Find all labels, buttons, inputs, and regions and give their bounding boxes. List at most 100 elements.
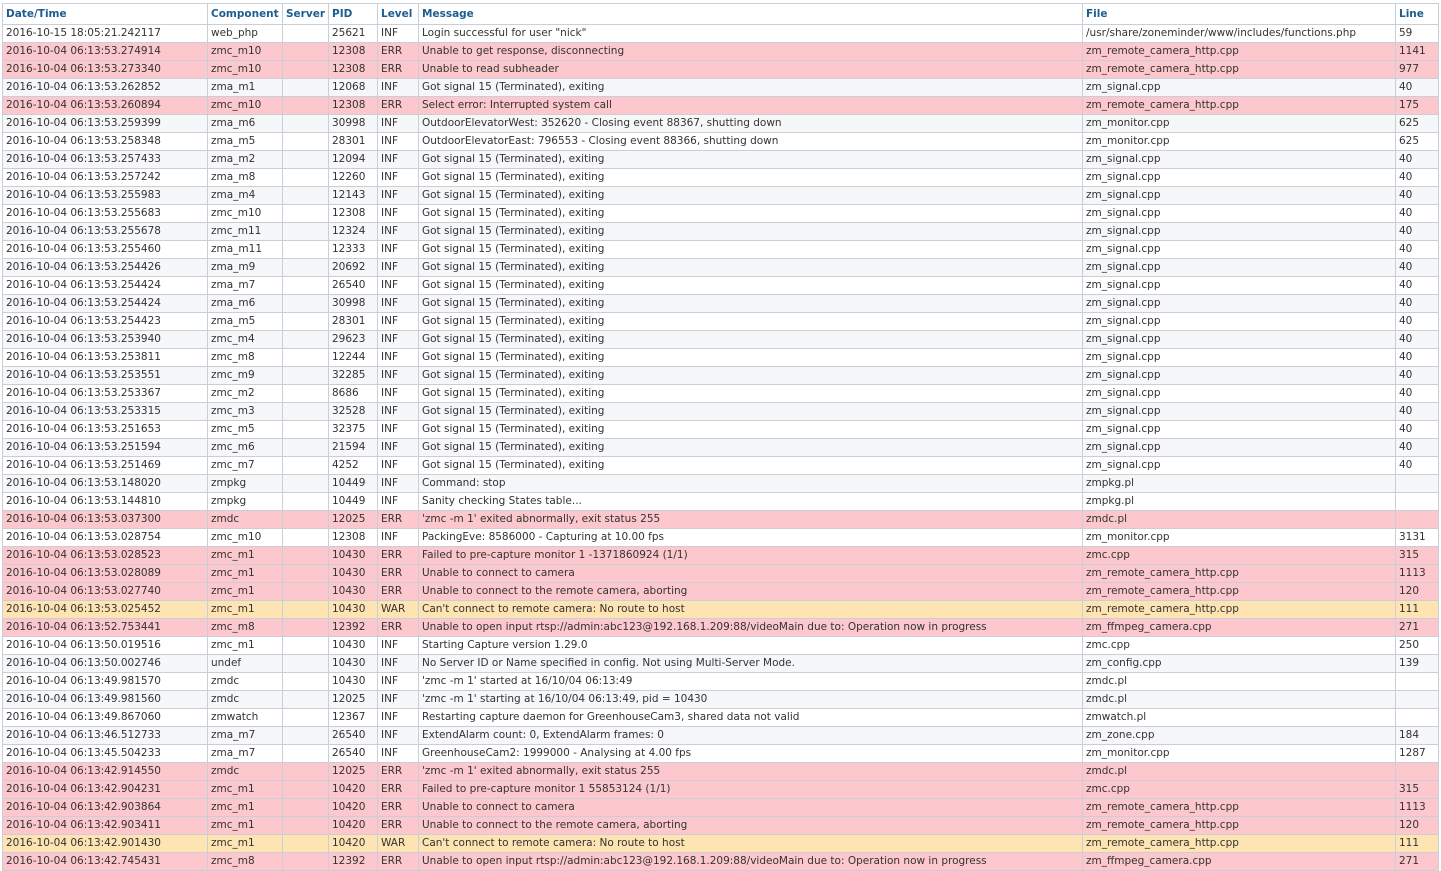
column-header-datetime[interactable]: Date/Time — [2, 3, 208, 25]
log-cell-pid: 10430 — [328, 672, 378, 691]
log-cell-datetime: 2016-10-04 06:13:53.028089 — [2, 564, 208, 583]
log-cell-datetime: 2016-10-04 06:13:53.255460 — [2, 240, 208, 259]
log-cell-line: 315 — [1395, 780, 1439, 799]
log-cell-level: ERR — [377, 618, 419, 637]
log-cell-level: INF — [377, 420, 419, 439]
log-cell-file: zmc.cpp — [1082, 636, 1396, 655]
log-cell-component: zmc_m1 — [207, 798, 283, 817]
log-cell-file: zm_signal.cpp — [1082, 348, 1396, 367]
log-cell-line: 40 — [1395, 330, 1439, 349]
column-header-server[interactable]: Server — [282, 3, 329, 25]
log-cell-message: Can't connect to remote camera: No route… — [418, 600, 1083, 619]
log-cell-line — [1395, 510, 1439, 529]
log-cell-server — [282, 258, 329, 277]
log-row: 2016-10-04 06:13:53.254424 zma_m6 30998 INF… — [2, 294, 1439, 313]
log-cell-line: 40 — [1395, 420, 1439, 439]
log-row: 2016-10-04 06:13:53.037300 zmdc 12025 ERR'z… — [2, 510, 1439, 529]
log-row: 2016-10-04 06:13:53.027740 zmc_m1 10430 ERR… — [2, 582, 1439, 601]
log-cell-file: zm_remote_camera_http.cpp — [1082, 42, 1396, 61]
column-header-component[interactable]: Component — [207, 3, 283, 25]
log-cell-component: zmc_m10 — [207, 528, 283, 547]
log-cell-level: ERR — [377, 42, 419, 61]
log-cell-component: zma_m5 — [207, 312, 283, 331]
log-cell-message: Command: stop — [418, 474, 1083, 493]
log-cell-component: zmdc — [207, 510, 283, 529]
log-cell-pid: 12324 — [328, 222, 378, 241]
log-cell-pid: 10420 — [328, 816, 378, 835]
log-cell-message: 'zmc -m 1' exited abnormally, exit statu… — [418, 762, 1083, 781]
log-cell-pid: 28301 — [328, 132, 378, 151]
log-cell-line: 40 — [1395, 438, 1439, 457]
log-cell-file: zm_signal.cpp — [1082, 294, 1396, 313]
log-cell-pid: 12392 — [328, 618, 378, 637]
log-cell-server — [282, 42, 329, 61]
log-cell-line: 40 — [1395, 204, 1439, 223]
log-cell-line: 1287 — [1395, 744, 1439, 763]
log-cell-datetime: 2016-10-04 06:13:53.254426 — [2, 258, 208, 277]
log-cell-file: zmc.cpp — [1082, 780, 1396, 799]
log-cell-file: zm_monitor.cpp — [1082, 744, 1396, 763]
log-cell-component: undef — [207, 654, 283, 673]
log-cell-message: Unable to read subheader — [418, 60, 1083, 79]
log-cell-datetime: 2016-10-04 06:13:53.025452 — [2, 600, 208, 619]
column-header-file[interactable]: File — [1082, 3, 1396, 25]
log-cell-level: INF — [377, 744, 419, 763]
log-cell-server — [282, 402, 329, 421]
log-cell-server — [282, 798, 329, 817]
log-cell-datetime: 2016-10-04 06:13:53.259399 — [2, 114, 208, 133]
log-cell-pid: 12333 — [328, 240, 378, 259]
log-cell-pid: 12143 — [328, 186, 378, 205]
column-header-line[interactable]: Line — [1395, 3, 1439, 25]
log-cell-pid: 12367 — [328, 708, 378, 727]
log-cell-component: zmc_m1 — [207, 546, 283, 565]
log-cell-pid: 12392 — [328, 852, 378, 871]
log-cell-datetime: 2016-10-04 06:13:52.753441 — [2, 618, 208, 637]
log-cell-level: INF — [377, 438, 419, 457]
log-row: 2016-10-04 06:13:42.745431 zmc_m8 12392 ERR… — [2, 852, 1439, 871]
log-cell-file: zm_remote_camera_http.cpp — [1082, 582, 1396, 601]
log-cell-file: zmwatch.pl — [1082, 708, 1396, 727]
log-cell-file: /usr/share/zoneminder/www/includes/funct… — [1082, 24, 1396, 43]
log-cell-component: zma_m7 — [207, 744, 283, 763]
log-row: 2016-10-04 06:13:50.002746 undef 10430 INF N… — [2, 654, 1439, 673]
log-cell-component: web_php — [207, 24, 283, 43]
log-cell-datetime: 2016-10-04 06:13:53.253940 — [2, 330, 208, 349]
log-cell-line: 40 — [1395, 222, 1439, 241]
column-header-message[interactable]: Message — [418, 3, 1083, 25]
log-cell-pid: 10430 — [328, 654, 378, 673]
log-cell-datetime: 2016-10-04 06:13:53.253367 — [2, 384, 208, 403]
log-cell-datetime: 2016-10-04 06:13:53.262852 — [2, 78, 208, 97]
log-cell-message: Can't connect to remote camera: No route… — [418, 834, 1083, 853]
column-header-pid[interactable]: PID — [328, 3, 378, 25]
log-cell-message: Unable to open input rtsp://admin:abc123… — [418, 618, 1083, 637]
log-cell-line: 250 — [1395, 636, 1439, 655]
log-cell-datetime: 2016-10-04 06:13:42.745431 — [2, 852, 208, 871]
log-cell-server — [282, 132, 329, 151]
log-cell-component: zmc_m10 — [207, 60, 283, 79]
log-cell-component: zmc_m2 — [207, 384, 283, 403]
log-cell-level: INF — [377, 690, 419, 709]
log-cell-message: Got signal 15 (Terminated), exiting — [418, 258, 1083, 277]
log-cell-file: zm_signal.cpp — [1082, 456, 1396, 475]
log-cell-file: zm_remote_camera_http.cpp — [1082, 816, 1396, 835]
log-cell-line: 40 — [1395, 384, 1439, 403]
log-cell-line: 271 — [1395, 852, 1439, 871]
log-cell-message: GreenhouseCam2: 1999000 - Analysing at 4… — [418, 744, 1083, 763]
log-cell-line — [1395, 672, 1439, 691]
log-row: 2016-10-04 06:13:42.903864 zmc_m1 10420 ERR… — [2, 798, 1439, 817]
log-cell-level: INF — [377, 474, 419, 493]
log-cell-line: 40 — [1395, 312, 1439, 331]
log-cell-server — [282, 762, 329, 781]
log-cell-pid: 8686 — [328, 384, 378, 403]
log-cell-pid: 26540 — [328, 276, 378, 295]
log-cell-component: zma_m1 — [207, 78, 283, 97]
log-cell-server — [282, 672, 329, 691]
log-row: 2016-10-04 06:13:53.255678 zmc_m11 12324 IN… — [2, 222, 1439, 241]
log-cell-file: zm_remote_camera_http.cpp — [1082, 834, 1396, 853]
column-header-level[interactable]: Level — [377, 3, 419, 25]
log-row: 2016-10-04 06:13:53.253940 zmc_m4 29623 INF… — [2, 330, 1439, 349]
log-cell-line — [1395, 708, 1439, 727]
log-cell-server — [282, 690, 329, 709]
log-cell-file: zm_signal.cpp — [1082, 150, 1396, 169]
log-cell-server — [282, 276, 329, 295]
